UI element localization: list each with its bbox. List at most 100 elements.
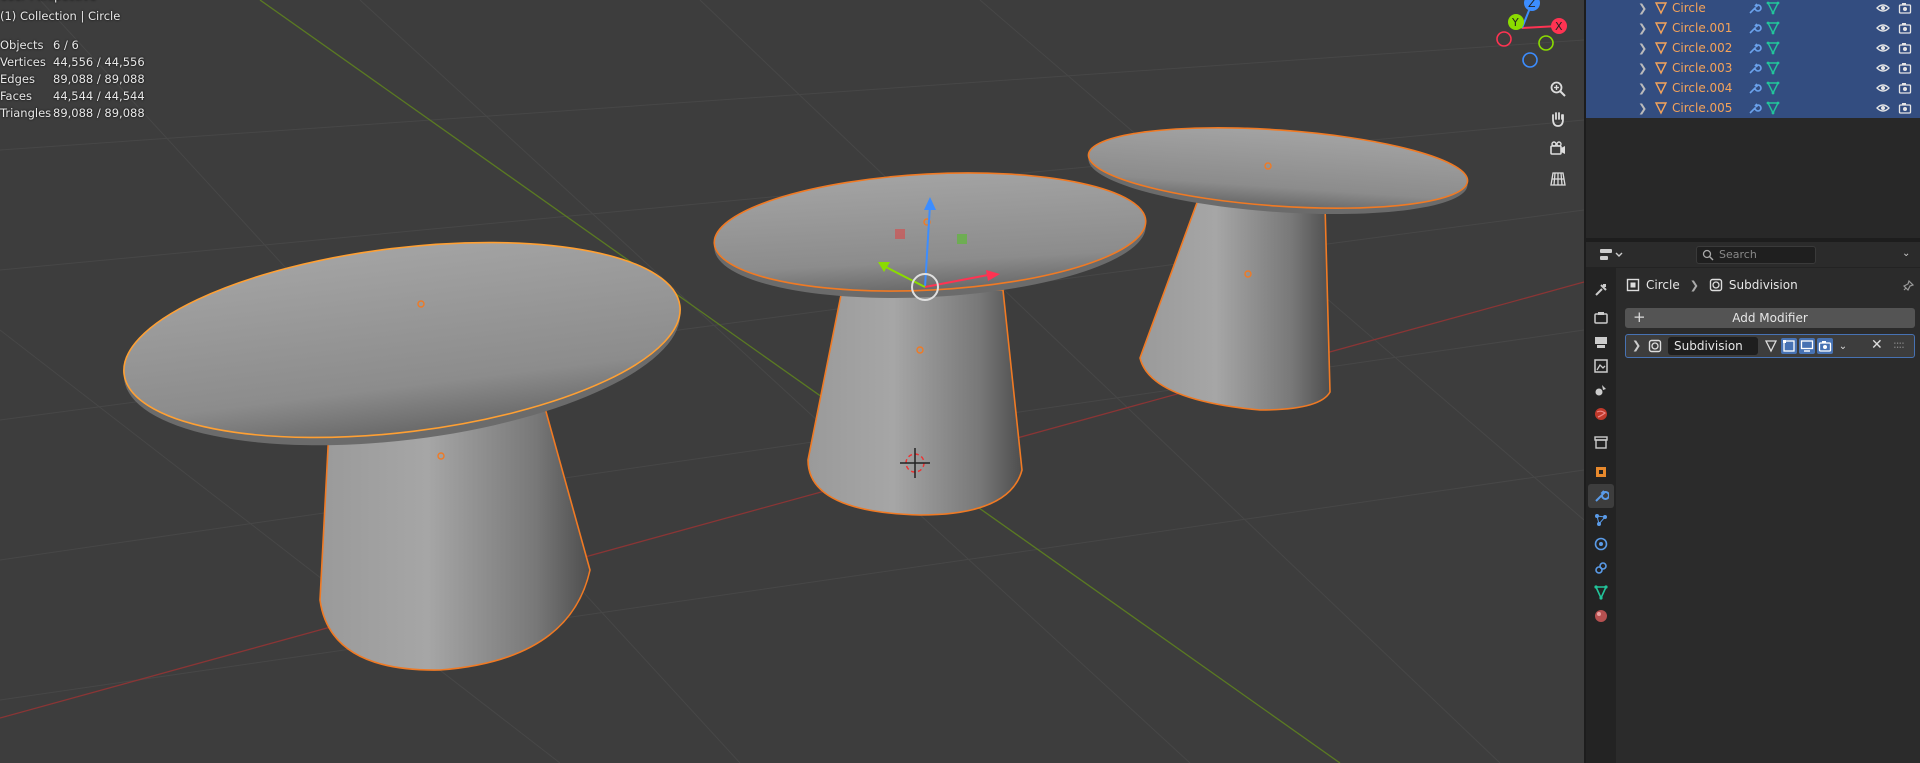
stat-label: Faces (0, 89, 32, 103)
stat-row: Triangles 89,088 / 89,088 (0, 105, 145, 122)
eye-icon[interactable] (1876, 41, 1890, 58)
modifier-menu-button[interactable]: ⌄ (1835, 338, 1851, 354)
breadcrumb-modifier: Subdivision (1728, 278, 1798, 292)
modifier-panel-subdivision[interactable]: ❯ Subdivision ⌄ ✕ :::: (1625, 334, 1915, 358)
constraints-icon (1595, 562, 1607, 574)
tab-world[interactable] (1588, 402, 1614, 426)
expand-chevron-icon[interactable]: ❯ (1638, 102, 1647, 115)
wrench-icon[interactable] (1748, 101, 1762, 118)
expand-chevron-icon[interactable]: ❯ (1638, 22, 1647, 35)
wrench-icon[interactable] (1748, 41, 1762, 58)
tool-icon (1595, 284, 1607, 296)
breadcrumb: Circle ❯ Subdivision (1626, 278, 1798, 292)
outliner-item[interactable]: ❯ Circle.003 (1586, 58, 1920, 78)
tab-modifiers[interactable] (1588, 484, 1614, 508)
wrench-icon[interactable] (1748, 21, 1762, 38)
outliner-item-name: Circle.001 (1672, 21, 1733, 35)
tab-physics[interactable] (1588, 532, 1614, 556)
mesh-object-icon (1654, 1, 1668, 18)
camera-icon[interactable] (1898, 41, 1912, 58)
camera-icon (1550, 141, 1565, 155)
tab-material[interactable] (1588, 604, 1614, 628)
eye-icon[interactable] (1876, 21, 1890, 38)
camera-icon[interactable] (1898, 1, 1912, 18)
modifier-name-field[interactable]: Subdivision (1668, 337, 1758, 355)
stat-row: Vertices 44,556 / 44,556 (0, 54, 145, 71)
view-name: User Perspective (0, 0, 145, 8)
mesh-data-icon[interactable] (1766, 41, 1780, 58)
stat-value: 89,088 / 89,088 (53, 72, 145, 86)
properties-editor-icon (1600, 249, 1623, 260)
right-panels: ❯ Circle ❯ Circle.001 ❯ Circle.002 ❯ Circle.003… (1584, 0, 1920, 763)
table-object-1 (123, 241, 681, 671)
viewport-display-toggle[interactable] (1799, 338, 1815, 354)
tab-constraints[interactable] (1588, 556, 1614, 580)
outliner-item[interactable]: ❯ Circle.001 (1586, 18, 1920, 38)
stat-row: Objects 6 / 6 (0, 37, 145, 54)
expand-chevron-icon[interactable]: ❯ (1632, 339, 1641, 352)
eye-icon[interactable] (1876, 101, 1890, 118)
eye-icon[interactable] (1876, 1, 1890, 18)
pin-icon[interactable] (1902, 279, 1915, 295)
tab-object[interactable] (1588, 460, 1614, 484)
wrench-icon[interactable] (1748, 81, 1762, 98)
mesh-data-icon[interactable] (1766, 1, 1780, 18)
mesh-object-icon (1654, 41, 1668, 58)
camera-icon[interactable] (1898, 21, 1912, 38)
outliner-item[interactable]: ❯ Circle.004 (1586, 78, 1920, 98)
mesh-object-icon (1654, 61, 1668, 78)
stat-value: 44,556 / 44,556 (53, 55, 145, 69)
zoom-button[interactable] (1545, 76, 1571, 102)
mesh-data-icon[interactable] (1766, 101, 1780, 118)
eye-icon[interactable] (1876, 61, 1890, 78)
camera-icon[interactable] (1898, 101, 1912, 118)
tab-view-layer[interactable] (1588, 354, 1614, 378)
camera-icon (1818, 341, 1832, 352)
render-toggle[interactable] (1817, 338, 1833, 354)
pan-button[interactable] (1545, 106, 1571, 132)
tab-particles[interactable] (1588, 508, 1614, 532)
expand-chevron-icon[interactable]: ❯ (1638, 42, 1647, 55)
properties-search-input[interactable]: Search (1696, 246, 1816, 264)
mesh-data-icon[interactable] (1766, 61, 1780, 78)
tab-output[interactable] (1588, 330, 1614, 354)
camera-icon[interactable] (1898, 61, 1912, 78)
outliner-item[interactable]: ❯ Circle (1586, 0, 1920, 18)
edit-cage-toggle[interactable] (1763, 338, 1779, 354)
wrench-icon[interactable] (1748, 61, 1762, 78)
camera-icon[interactable] (1898, 81, 1912, 98)
object-icon (1626, 278, 1640, 292)
world-icon (1595, 408, 1607, 420)
tab-data[interactable] (1588, 580, 1614, 604)
output-icon (1595, 337, 1607, 348)
add-modifier-button[interactable]: + Add Modifier (1625, 308, 1915, 328)
expand-chevron-icon[interactable]: ❯ (1638, 2, 1647, 15)
tab-scene[interactable] (1588, 378, 1614, 402)
expand-chevron-icon[interactable]: ❯ (1638, 62, 1647, 75)
gizmo-x-label: X (1555, 20, 1563, 33)
close-icon[interactable]: ✕ (1871, 337, 1883, 353)
gizmo-z-label: Z (1528, 0, 1536, 10)
editor-type-button[interactable] (1598, 247, 1626, 263)
edit-mode-toggle[interactable] (1781, 338, 1797, 354)
outliner-item-name: Circle.003 (1672, 61, 1733, 75)
eye-icon[interactable] (1876, 81, 1890, 98)
camera-view-button[interactable] (1545, 136, 1571, 162)
tab-tool[interactable] (1588, 278, 1614, 302)
drag-handle-icon[interactable]: :::: (1893, 338, 1905, 351)
3d-viewport[interactable]: X Z Y User Perspective (1) Collection | … (0, 0, 1584, 763)
search-icon (1702, 249, 1714, 261)
tab-collection[interactable] (1588, 430, 1614, 454)
stat-label: Vertices (0, 55, 46, 69)
outliner-item[interactable]: ❯ Circle.002 (1586, 38, 1920, 58)
mesh-data-icon[interactable] (1766, 81, 1780, 98)
expand-chevron-icon[interactable]: ❯ (1638, 82, 1647, 95)
chevron-down-icon[interactable]: ⌄ (1902, 248, 1910, 259)
outliner[interactable]: ❯ Circle ❯ Circle.001 ❯ Circle.002 ❯ Circle.003… (1586, 0, 1920, 238)
perspective-toggle-button[interactable] (1545, 166, 1571, 192)
wrench-icon[interactable] (1748, 1, 1762, 18)
table-object-3 (1087, 127, 1469, 411)
outliner-item[interactable]: ❯ Circle.005 (1586, 98, 1920, 118)
tab-render[interactable] (1588, 306, 1614, 330)
mesh-data-icon[interactable] (1766, 21, 1780, 38)
